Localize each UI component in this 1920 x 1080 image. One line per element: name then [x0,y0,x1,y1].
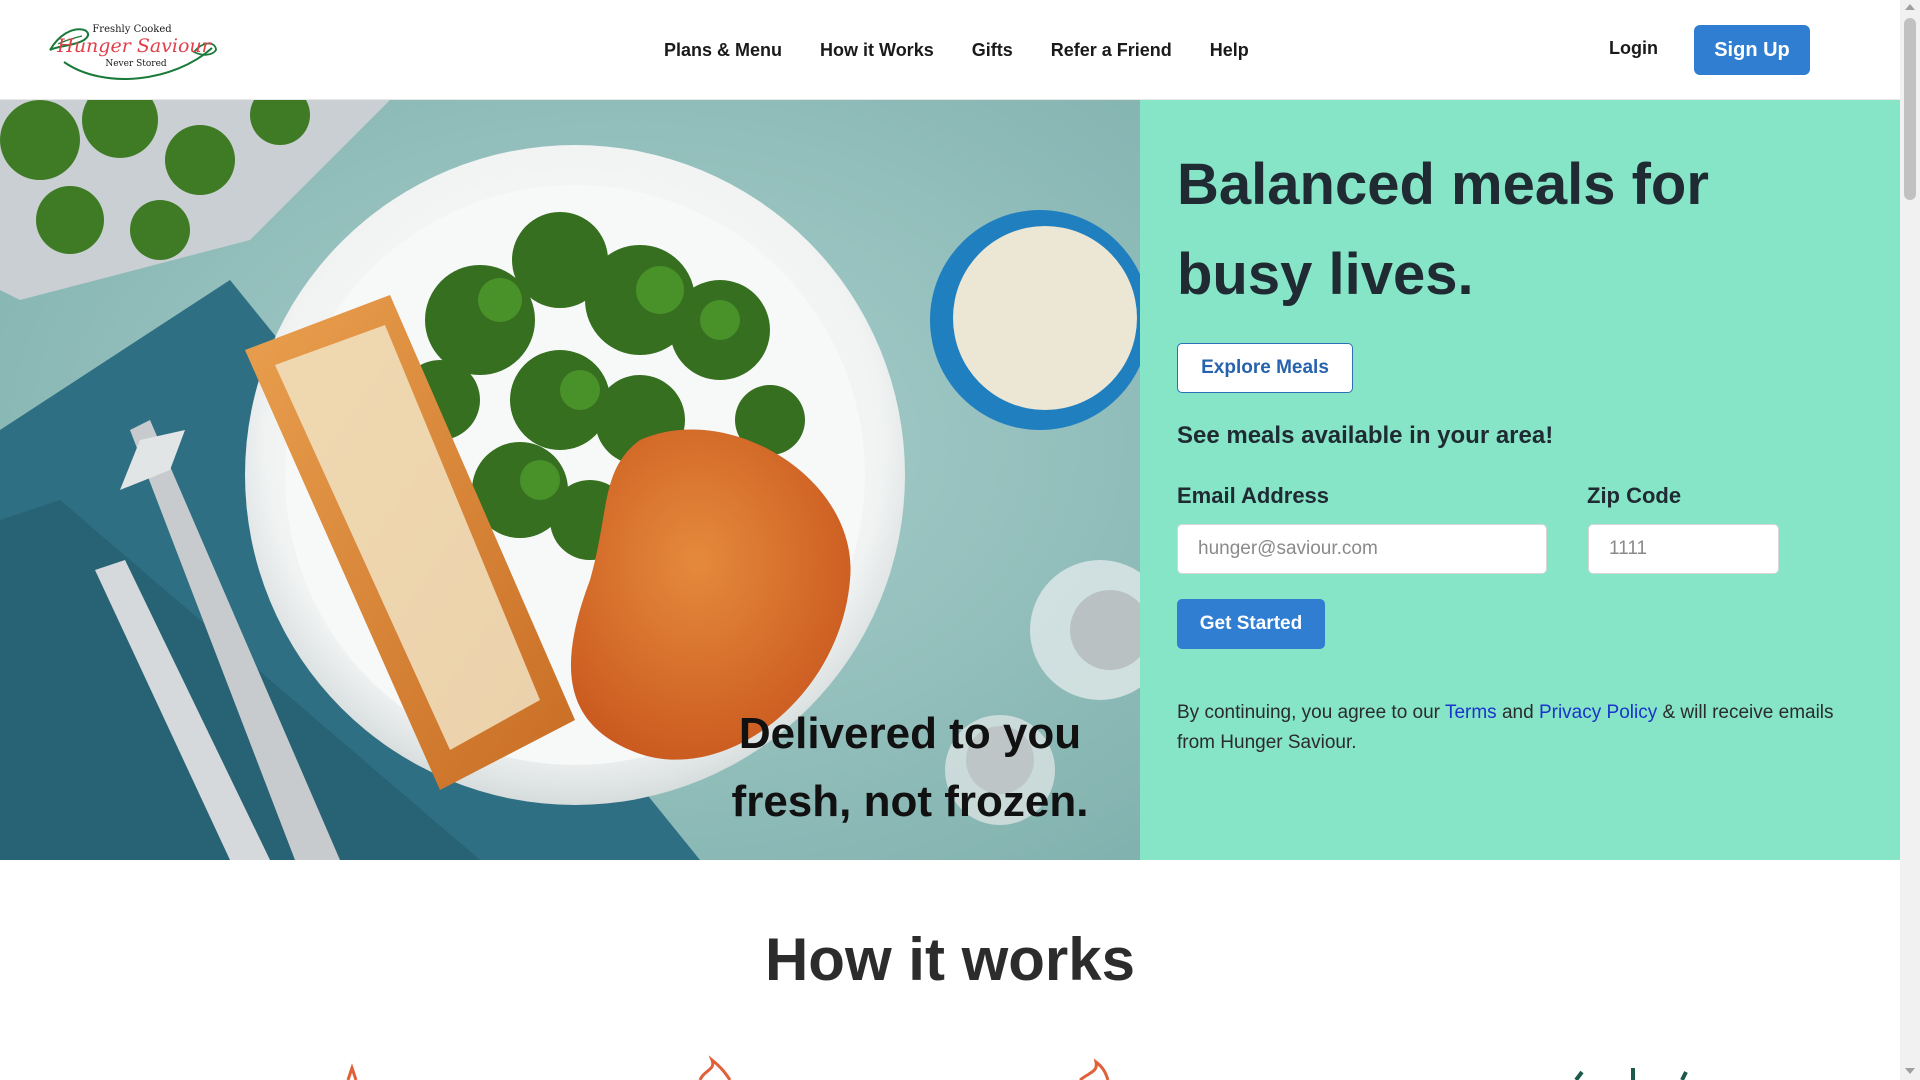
page: Freshly Cooked Hunger Saviour Never Stor… [0,0,1900,1080]
signup-panel: Balanced meals for busy lives. Explore M… [1140,100,1900,860]
brand-logo[interactable]: Freshly Cooked Hunger Saviour Never Stor… [44,10,219,88]
email-label: Email Address [1177,483,1330,508]
svg-text:Hunger Saviour: Hunger Saviour [56,35,212,57]
scroll-down-arrow-icon[interactable] [1905,1068,1915,1074]
explore-meals-button[interactable]: Explore Meals [1177,343,1353,393]
hero-title: Balanced meals for busy lives. [1177,152,1709,307]
nav-help[interactable]: Help [1210,40,1249,61]
how-it-works-heading: How it works [764,926,1136,993]
nav-refer-a-friend[interactable]: Refer a Friend [1051,40,1172,61]
step-4-icon [1574,1068,1688,1080]
nav-plans-menu[interactable]: Plans & Menu [664,40,782,61]
login-link[interactable]: Login [1609,38,1658,59]
page-scrollbar[interactable] [1900,0,1920,1080]
scroll-up-arrow-icon[interactable] [1905,4,1915,10]
hero-food-image: Delivered to you fresh, not frozen. [0,100,1140,860]
svg-text:Never Stored: Never Stored [105,59,167,69]
hero-section: Delivered to you fresh, not frozen. Bala… [0,100,1900,860]
zip-code-field[interactable] [1588,524,1779,574]
email-field[interactable] [1177,524,1547,574]
consent-prefix: By continuing, you agree to our [1177,702,1441,723]
svg-text:Freshly Cooked: Freshly Cooked [92,24,172,35]
get-started-button[interactable]: Get Started [1177,599,1325,649]
step-3-icon [1079,1058,1110,1080]
terms-link[interactable]: Terms [1445,702,1497,723]
step-2-icon [698,1055,732,1080]
nav-gifts[interactable]: Gifts [972,40,1013,61]
main-nav: Plans & Menu How it Works Gifts Refer a … [664,0,1287,100]
privacy-policy-link[interactable]: Privacy Policy [1539,702,1657,723]
area-availability-text: See meals available in your area! [1177,422,1554,449]
logo-graphic: Freshly Cooked Hunger Saviour Never Stor… [49,24,217,80]
scroll-thumb[interactable] [1904,18,1916,200]
consent-and: and [1501,702,1534,723]
hero-image-caption: Delivered to you fresh, not frozen. [731,709,1089,826]
how-it-works-icons [346,1055,1688,1080]
nav-how-it-works[interactable]: How it Works [820,40,934,61]
consent-text: By continuing, you agree to our Terms an… [1177,698,1857,758]
signup-button[interactable]: Sign Up [1694,25,1810,75]
site-header: Freshly Cooked Hunger Saviour Never Stor… [0,0,1900,100]
step-1-icon [346,1063,358,1080]
zip-label: Zip Code [1587,483,1682,508]
